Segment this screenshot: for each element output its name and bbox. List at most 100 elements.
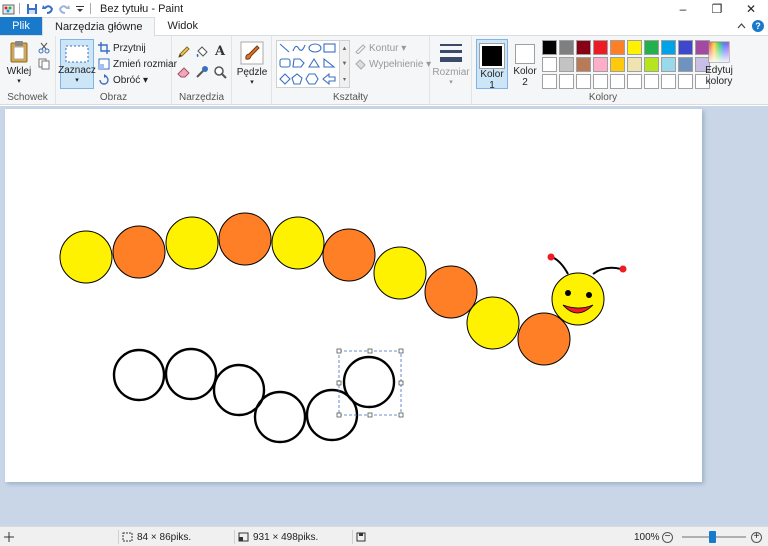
- undo-icon[interactable]: [41, 2, 55, 16]
- palette-color-swatch[interactable]: [610, 40, 625, 55]
- palette-color-swatch[interactable]: [542, 40, 557, 55]
- zoom-out-icon[interactable]: −: [662, 531, 673, 543]
- selection-size-icon: [122, 532, 133, 542]
- magnifier-icon[interactable]: [213, 65, 227, 79]
- image-size: 931 × 498piks.: [238, 527, 318, 546]
- size-button[interactable]: Rozmiar ▾: [432, 41, 470, 86]
- palette-color-swatch[interactable]: [559, 40, 574, 55]
- paint-app-icon[interactable]: [2, 2, 16, 16]
- palette-color-swatch[interactable]: [610, 74, 625, 89]
- drawing-canvas[interactable]: [5, 109, 702, 482]
- palette-color-swatch[interactable]: [678, 57, 693, 72]
- minimize-button[interactable]: –: [666, 0, 700, 17]
- palette-color-swatch[interactable]: [559, 74, 574, 89]
- palette-color-swatch[interactable]: [644, 74, 659, 89]
- palette-color-swatch[interactable]: [627, 40, 642, 55]
- fill-button[interactable]: Wypełnienie ▾: [354, 58, 431, 70]
- fill-label: Wypełnienie ▾: [369, 58, 432, 70]
- tools-group-label: Narzędzia: [178, 92, 225, 103]
- resize-button[interactable]: Zmień rozmiar: [98, 58, 177, 70]
- quick-access-toolbar: [0, 0, 94, 17]
- select-button[interactable]: Zaznacz ▾: [58, 39, 96, 89]
- palette-color-swatch[interactable]: [661, 57, 676, 72]
- palette-color-swatch[interactable]: [678, 40, 693, 55]
- palette-color-swatch[interactable]: [542, 57, 557, 72]
- redo-icon[interactable]: [57, 2, 71, 16]
- expand-gallery-icon[interactable]: ▾: [343, 76, 346, 83]
- text-tool-icon[interactable]: A: [213, 44, 227, 59]
- palette-color-swatch[interactable]: [576, 40, 591, 55]
- crop-button[interactable]: Przytnij: [98, 42, 146, 54]
- outline-button[interactable]: Kontur ▾: [354, 42, 406, 54]
- edit-colors-label: Edytuj kolory: [705, 65, 733, 87]
- palette-color-swatch[interactable]: [576, 74, 591, 89]
- paste-label: Wklej: [6, 66, 32, 77]
- canvas-drawing: [59, 212, 627, 444]
- scroll-up-icon[interactable]: ▲: [342, 46, 348, 52]
- tab-view[interactable]: Widok: [155, 17, 210, 35]
- palette-color-swatch[interactable]: [627, 57, 642, 72]
- edit-colors-button[interactable]: Edytuj kolory: [704, 41, 734, 87]
- collapse-ribbon-icon[interactable]: [737, 20, 746, 32]
- palette-color-swatch[interactable]: [593, 57, 608, 72]
- paste-button[interactable]: Wklej ▾: [4, 40, 34, 85]
- body-segment: [271, 216, 325, 270]
- ribbon-tabs: Plik Narzędzia główne Widok ?: [0, 17, 768, 36]
- crosshair-icon: [4, 532, 14, 542]
- tab-file[interactable]: Plik: [0, 17, 42, 35]
- color-picker-icon[interactable]: [195, 65, 209, 79]
- rotate-button[interactable]: Obróć ▾: [98, 74, 148, 86]
- close-button[interactable]: ✕: [734, 0, 768, 17]
- eraser-icon[interactable]: [177, 65, 191, 79]
- shapes-gallery-scroll[interactable]: ▲ ▼ ▾: [340, 40, 350, 88]
- color2-label: Kolor 2: [513, 66, 537, 88]
- palette-color-swatch[interactable]: [661, 74, 676, 89]
- palette-color-swatch[interactable]: [644, 57, 659, 72]
- cut-icon[interactable]: [37, 41, 51, 55]
- zoom-in-icon[interactable]: +: [751, 531, 762, 543]
- color1-label: Kolor 1: [480, 69, 504, 91]
- size-label: Rozmiar: [432, 67, 470, 78]
- maximize-button[interactable]: ❐: [700, 0, 734, 17]
- zoom-out-button[interactable]: −: [662, 527, 673, 546]
- palette-color-swatch[interactable]: [661, 40, 676, 55]
- palette-color-swatch[interactable]: [610, 57, 625, 72]
- status-divider: [234, 530, 235, 544]
- palette-color-swatch[interactable]: [542, 74, 557, 89]
- tab-home[interactable]: Narzędzia główne: [42, 17, 156, 36]
- brushes-label: Pędzle: [236, 67, 268, 78]
- help-icon[interactable]: ?: [752, 20, 764, 32]
- customize-toolbar-icon[interactable]: [73, 2, 87, 16]
- status-divider: [118, 530, 119, 544]
- chevron-down-icon: ▾: [75, 77, 79, 84]
- window-title: Bez tytułu - Paint: [100, 2, 184, 15]
- zoom-in-button[interactable]: +: [751, 527, 762, 546]
- outline-circle: [253, 390, 307, 444]
- palette-color-swatch[interactable]: [644, 40, 659, 55]
- palette-color-swatch[interactable]: [593, 74, 608, 89]
- save-icon[interactable]: [25, 2, 39, 16]
- shapes-gallery[interactable]: [276, 40, 340, 88]
- body-segment: [322, 228, 376, 282]
- palette-color-swatch[interactable]: [627, 74, 642, 89]
- cursor-position: [4, 527, 14, 546]
- pencil-icon[interactable]: [177, 45, 191, 59]
- resize-icon: [98, 58, 110, 70]
- scroll-down-icon[interactable]: ▼: [342, 61, 348, 67]
- body-segment: [165, 216, 219, 270]
- zoom-slider-thumb[interactable]: [709, 531, 716, 543]
- selection-size: 84 × 86piks.: [122, 527, 191, 546]
- palette-color-swatch[interactable]: [559, 57, 574, 72]
- body-segment: [424, 265, 478, 319]
- palette-color-swatch[interactable]: [593, 40, 608, 55]
- body-segment: [466, 296, 520, 350]
- fill-bucket-icon[interactable]: [195, 45, 209, 59]
- palette-color-swatch[interactable]: [678, 74, 693, 89]
- caterpillar-head: [547, 253, 627, 326]
- copy-icon[interactable]: [37, 57, 51, 71]
- palette-color-swatch[interactable]: [576, 57, 591, 72]
- brushes-button[interactable]: Pędzle ▾: [236, 41, 268, 86]
- color1-button[interactable]: Kolor 1: [476, 39, 508, 91]
- color2-button[interactable]: Kolor 2: [510, 39, 540, 89]
- shapes-group-label: Kształty: [332, 92, 368, 103]
